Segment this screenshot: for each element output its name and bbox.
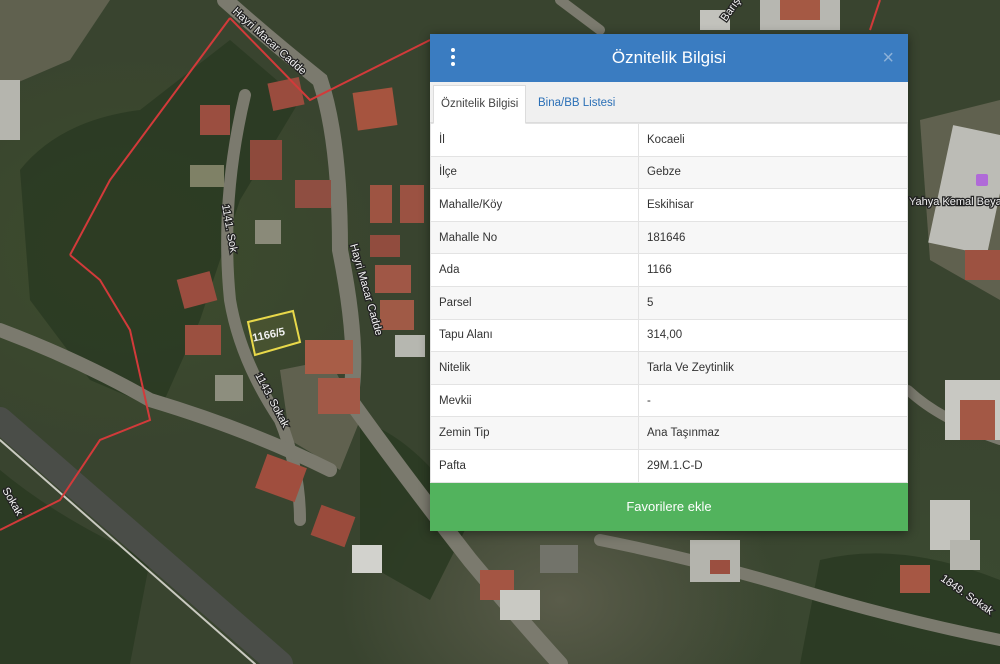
row-key: İl: [430, 123, 639, 157]
row-key: Mevkii: [430, 383, 639, 418]
row-value: 314,00: [638, 318, 908, 353]
table-row: Pafta 29M.1.C-D: [430, 448, 908, 483]
table-row: Parsel 5: [430, 285, 908, 320]
row-key: Parsel: [430, 285, 639, 320]
table-row: İlçe Gebze: [430, 155, 908, 190]
row-key: Pafta: [430, 448, 639, 483]
row-value: -: [638, 383, 908, 418]
attribute-dialog: Öznitelik Bilgisi × Öznitelik Bilgisi Bi…: [430, 34, 908, 531]
add-to-favorites-button[interactable]: Favorilere ekle: [430, 483, 908, 531]
close-icon[interactable]: ×: [882, 46, 894, 70]
row-key: Mahalle/Köy: [430, 188, 639, 222]
tab-bar: Öznitelik Bilgisi Bina/BB Listesi: [430, 82, 908, 124]
tab-attribute-info[interactable]: Öznitelik Bilgisi: [433, 85, 527, 124]
attribute-table: İl Kocaeli İlçe Gebze Mahalle/Köy Eskihisar…: [430, 123, 908, 483]
row-key: İlçe: [430, 155, 639, 190]
row-key: Mahalle No: [430, 220, 639, 255]
table-row: Nitelik Tarla Ve Zeytinlik: [430, 351, 908, 385]
row-key: Nitelik: [430, 351, 639, 385]
tab-building-list[interactable]: Bina/BB Listesi: [531, 85, 622, 122]
row-value: 181646: [638, 220, 908, 255]
row-value: Ana Taşınmaz: [638, 416, 908, 450]
dialog-title: Öznitelik Bilgisi: [611, 48, 727, 67]
row-key: Tapu Alanı: [430, 318, 639, 353]
table-row: Tapu Alanı 314,00: [430, 318, 908, 353]
street-label-top-right: Barış: [719, 0, 744, 24]
table-row: Ada 1166: [430, 253, 908, 287]
table-row: Zemin Tip Ana Taşınmaz: [430, 416, 908, 450]
row-value: Tarla Ve Zeytinlik: [638, 351, 908, 385]
row-value: 5: [638, 285, 908, 320]
street-label-yahya-kemal: Yahya Kemal Beya: [909, 196, 1000, 208]
table-row: İl Kocaeli: [430, 123, 908, 157]
row-key: Ada: [430, 253, 639, 287]
table-row: Mahalle No 181646: [430, 220, 908, 255]
row-key: Zemin Tip: [430, 416, 639, 450]
dialog-header: Öznitelik Bilgisi ×: [430, 34, 908, 82]
row-value: Eskihisar: [638, 188, 908, 222]
table-row: Mevkii -: [430, 383, 908, 418]
table-row: Mahalle/Köy Eskihisar: [430, 188, 908, 222]
poi-icon[interactable]: [976, 174, 988, 186]
row-value: Gebze: [638, 155, 908, 190]
row-value: 1166: [638, 253, 908, 287]
row-value: Kocaeli: [638, 123, 908, 157]
row-value: 29M.1.C-D: [638, 448, 908, 483]
